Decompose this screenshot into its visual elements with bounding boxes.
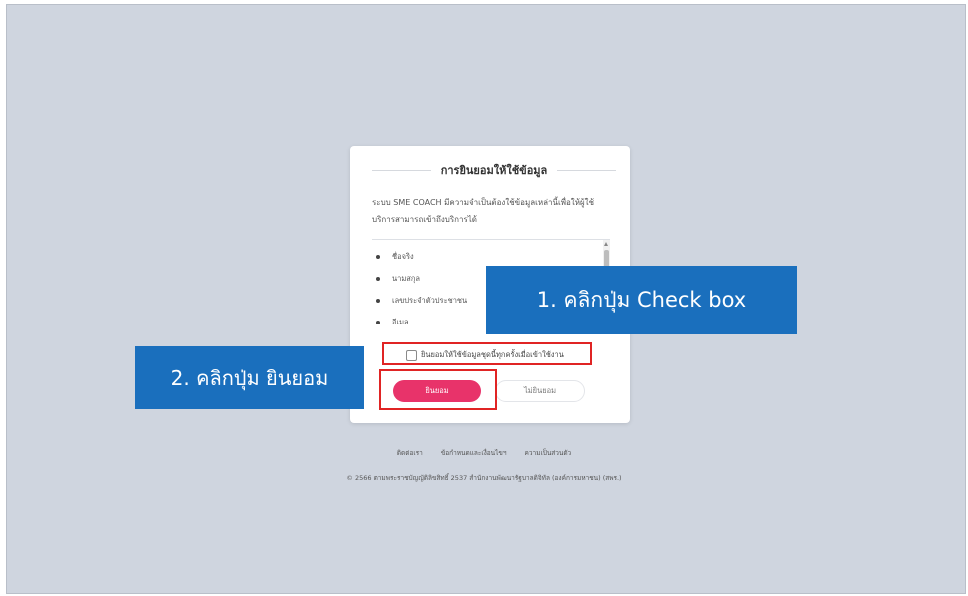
divider [557,169,616,171]
step1-callout: 1. คลิกปุ่ม Check box [486,266,797,334]
dialog-title: การยินยอมให้ใช้ข้อมูล [440,164,548,177]
step2-callout: 2. คลิกปุ่ม ยินยอม [135,346,364,409]
consent-checkbox-label[interactable]: ยินยอมให้ใช้ข้อมูลชุดนี้ทุกครั้งเมื่อเข้… [421,349,564,361]
divider [372,169,431,171]
list-item: ชื่อจริง [372,246,610,268]
scroll-up-arrow-icon[interactable] [604,242,608,246]
decline-button[interactable]: ไม่ยินยอม [495,380,585,402]
dialog-header: การยินยอมให้ใช้ข้อมูล [372,160,616,180]
footer-link-privacy[interactable]: ความเป็นส่วนตัว [525,448,572,458]
consent-checkbox-row[interactable]: ยินยอมให้ใช้ข้อมูลชุดนี้ทุกครั้งเมื่อเข้… [406,348,564,362]
accept-button[interactable]: ยินยอม [393,380,481,402]
consent-checkbox[interactable] [406,349,417,361]
footer-link-terms[interactable]: ข้อกำหนดและเงื่อนไขฯ [441,448,507,458]
footer-links: ติดต่อเรา ข้อกำหนดและเงื่อนไขฯ ความเป็นส… [0,448,968,458]
copyright-text: © 2566 ตามพระราชบัญญัติลิขสิทธิ์ 2537 สำ… [346,474,622,482]
footer-link-contact[interactable]: ติดต่อเรา [397,448,423,458]
dialog-description: ระบบ SME COACH มีความจำเป็นต้องใช้ข้อมูล… [372,198,595,224]
